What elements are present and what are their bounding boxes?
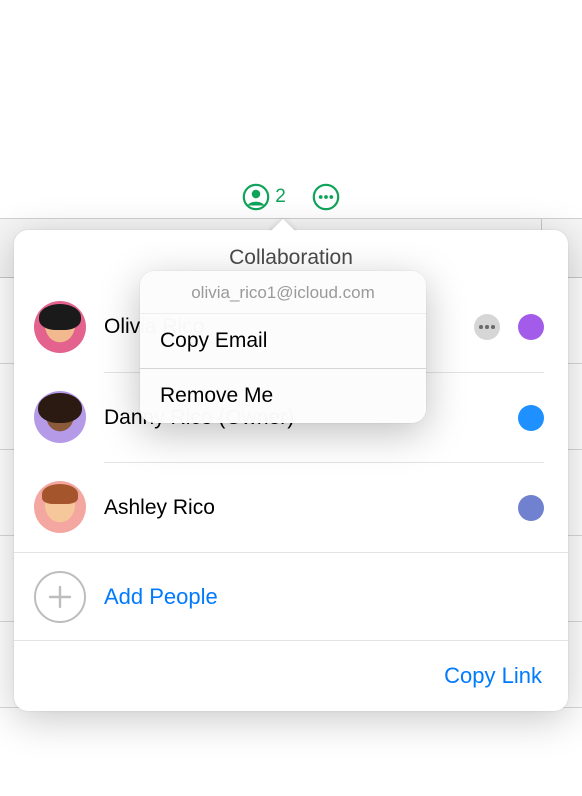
add-people-button[interactable]: Add People [14,552,568,640]
context-menu-email: olivia_rico1@icloud.com [140,271,426,314]
avatar [34,301,86,353]
collaboration-toolbar-button[interactable]: 2 [242,183,286,211]
plus-circle-icon [34,571,86,623]
participant-color-dot [518,405,544,431]
copy-link-row: Copy Link [14,640,568,711]
avatar [34,481,86,533]
context-menu: olivia_rico1@icloud.com Copy Email Remov… [140,271,426,423]
participant-name: Ashley Rico [104,496,518,520]
toolbar: 2 [0,175,582,219]
more-circle-icon [312,183,340,211]
context-menu-remove-me[interactable]: Remove Me [140,369,426,423]
avatar [34,391,86,443]
person-circle-icon [242,183,270,211]
top-whitespace [0,0,582,175]
participant-color-dot [518,314,544,340]
more-toolbar-button[interactable] [312,183,340,211]
context-menu-copy-email[interactable]: Copy Email [140,314,426,369]
participant-more-button[interactable] [474,314,500,340]
participant-row[interactable]: Ashley Rico [14,462,568,552]
copy-link-button[interactable]: Copy Link [444,663,542,689]
add-people-label: Add People [104,584,218,610]
popover-caret [269,217,297,231]
participant-count: 2 [275,186,286,208]
participant-color-dot [518,495,544,521]
